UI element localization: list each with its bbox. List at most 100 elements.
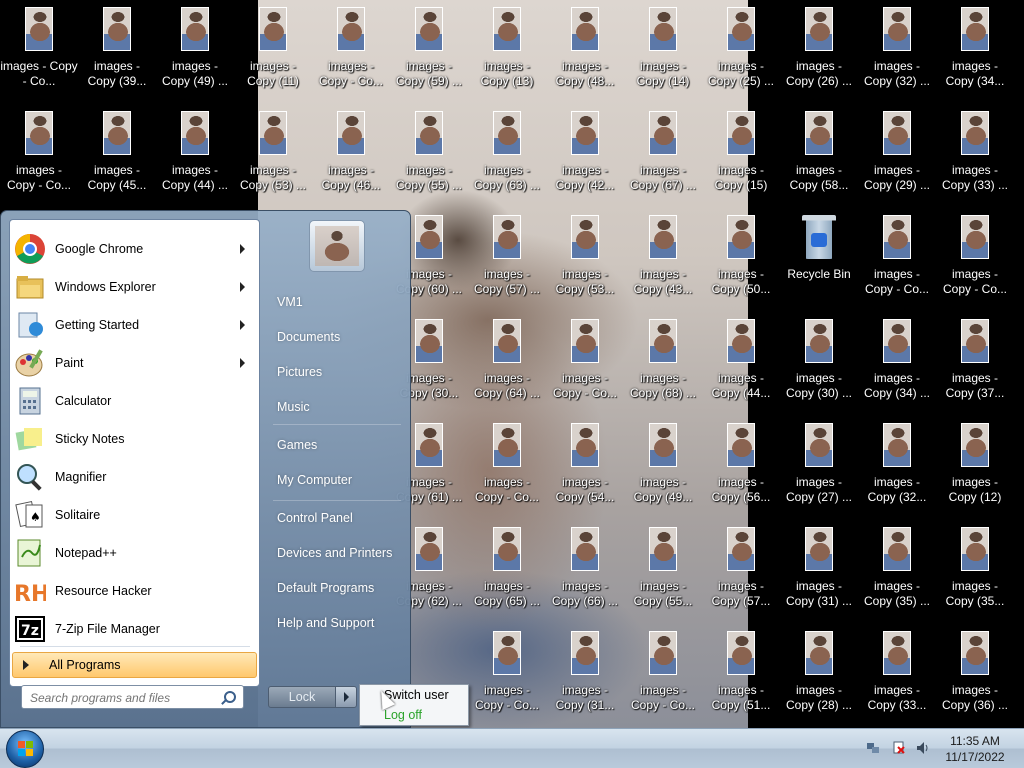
recycle-bin-icon[interactable]: Recycle Bin [780, 208, 858, 308]
action-center-icon[interactable] [892, 741, 906, 755]
desktop-icon-image[interactable]: images - Copy (37... [936, 312, 1014, 412]
desktop-icon-image[interactable]: images - Copy (33... [858, 624, 936, 724]
network-icon[interactable] [866, 741, 880, 755]
desktop-icon-image[interactable]: images - Copy (36) ... [936, 624, 1014, 724]
help-support-link[interactable]: Help and Support [269, 608, 405, 638]
program-item[interactable]: Paint [12, 344, 257, 382]
desktop-icon-image[interactable]: images - Copy (66) ... [546, 520, 624, 620]
search-icon[interactable] [224, 691, 236, 703]
desktop-icon-image[interactable]: images - Copy (35) ... [858, 520, 936, 620]
start-button[interactable] [6, 730, 44, 768]
devices-printers-link[interactable]: Devices and Printers [269, 538, 405, 568]
desktop-icon-image[interactable]: images - Copy (57... [702, 520, 780, 620]
desktop-icon-image[interactable]: images - Copy (35... [936, 520, 1014, 620]
desktop-icon-image[interactable]: images - Copy (45... [78, 104, 156, 204]
desktop-icon-image[interactable]: images - Copy (30) ... [780, 312, 858, 412]
program-item[interactable]: Sticky Notes [12, 420, 257, 458]
desktop-icon-image[interactable]: images - Copy (50... [702, 208, 780, 308]
desktop-icon-image[interactable]: images - Copy - Co... [858, 208, 936, 308]
desktop-icon-image[interactable]: images - Copy (55) ... [390, 104, 468, 204]
desktop-icon-image[interactable]: images - Copy (65) ... [468, 520, 546, 620]
lock-button[interactable]: Lock [268, 686, 336, 708]
desktop-icon-image[interactable]: images - Copy (55... [624, 520, 702, 620]
program-item[interactable]: Getting Started [12, 306, 257, 344]
desktop-icon-image[interactable]: images - Copy (14) [624, 0, 702, 100]
submenu-arrow-icon[interactable] [240, 282, 245, 292]
program-item[interactable]: Windows Explorer [12, 268, 257, 306]
music-link[interactable]: Music [269, 392, 405, 422]
desktop-icon-image[interactable]: images - Copy (42... [546, 104, 624, 204]
volume-icon[interactable] [916, 741, 930, 755]
desktop-icon-image[interactable]: images - Copy (31... [546, 624, 624, 724]
user-folder-link[interactable]: VM1 [269, 287, 405, 317]
default-programs-link[interactable]: Default Programs [269, 573, 405, 603]
desktop-icon-image[interactable]: images - Copy (28) ... [780, 624, 858, 724]
desktop-icon-image[interactable]: images - Copy - Co... [624, 624, 702, 724]
desktop-icon-image[interactable]: images - Copy - Co... [546, 312, 624, 412]
desktop-icon-image[interactable]: images - Copy - Co... [936, 208, 1014, 308]
user-picture[interactable] [309, 220, 365, 272]
desktop-icon-image[interactable]: images - Copy (27) ... [780, 416, 858, 516]
desktop-icon-image[interactable]: images - Copy (13) [468, 0, 546, 100]
desktop-icon-image[interactable]: images - Copy (57) ... [468, 208, 546, 308]
desktop-icon-image[interactable]: images - Copy (48... [546, 0, 624, 100]
desktop-icon-image[interactable]: images - Copy - Co... [468, 624, 546, 724]
submenu-arrow-icon[interactable] [240, 358, 245, 368]
desktop-icon-image[interactable]: images - Copy - Co... [0, 104, 78, 204]
pictures-link[interactable]: Pictures [269, 357, 405, 387]
games-link[interactable]: Games [269, 430, 405, 460]
program-item[interactable]: Calculator [12, 382, 257, 420]
desktop-icon-image[interactable]: images - Copy (49... [624, 416, 702, 516]
power-options-arrow-button[interactable] [335, 686, 357, 708]
desktop-icon-image[interactable]: images - Copy (51... [702, 624, 780, 724]
submenu-arrow-icon[interactable] [240, 320, 245, 330]
desktop-icon-image[interactable]: images - Copy (12) [936, 416, 1014, 516]
desktop-icon-image[interactable]: images - Copy - Co... [0, 0, 78, 100]
clock-date[interactable]: 11/17/2022 [940, 750, 1010, 764]
desktop-icon-image[interactable]: images - Copy (49) ... [156, 0, 234, 100]
desktop-icon-image[interactable]: images - Copy (53... [546, 208, 624, 308]
desktop-icon-image[interactable]: images - Copy (43... [624, 208, 702, 308]
desktop-icon-image[interactable]: images - Copy - Co... [468, 416, 546, 516]
desktop-icon-image[interactable]: images - Copy (46... [312, 104, 390, 204]
desktop-icon-image[interactable]: images - Copy (54... [546, 416, 624, 516]
program-item[interactable]: ♠ Solitaire [12, 496, 257, 534]
program-item[interactable]: 7z 7-Zip File Manager [12, 610, 257, 648]
desktop-icon-image[interactable]: images - Copy (58... [780, 104, 858, 204]
log-off-menu-item[interactable]: Log off [362, 706, 466, 725]
desktop-icon-image[interactable]: images - Copy (68) ... [624, 312, 702, 412]
desktop-icon-image[interactable]: images - Copy (32) ... [858, 0, 936, 100]
desktop-icon-image[interactable]: images - Copy (56... [702, 416, 780, 516]
desktop-icon-image[interactable]: images - Copy (44) ... [156, 104, 234, 204]
desktop-icon-image[interactable]: images - Copy (33) ... [936, 104, 1014, 204]
desktop-icon-image[interactable]: images - Copy (67) ... [624, 104, 702, 204]
desktop-icon-image[interactable]: images - Copy (15) [702, 104, 780, 204]
desktop-icon-image[interactable]: images - Copy (53) ... [234, 104, 312, 204]
program-item[interactable]: RH Resource Hacker [12, 572, 257, 610]
desktop-icon-image[interactable]: images - Copy (44... [702, 312, 780, 412]
desktop-icon-image[interactable]: images - Copy (34) ... [858, 312, 936, 412]
desktop-icon-image[interactable]: images - Copy (59) ... [390, 0, 468, 100]
start-search-box[interactable] [21, 685, 244, 709]
program-item[interactable]: Google Chrome [12, 230, 257, 268]
desktop-icon-image[interactable]: images - Copy (26) ... [780, 0, 858, 100]
program-item[interactable]: Magnifier [12, 458, 257, 496]
desktop-icon-image[interactable]: images - Copy (29) ... [858, 104, 936, 204]
desktop-icon-image[interactable]: images - Copy - Co... [312, 0, 390, 100]
desktop-icon-image[interactable]: images - Copy (31) ... [780, 520, 858, 620]
desktop-icon-image[interactable]: images - Copy (11) [234, 0, 312, 100]
clock-time[interactable]: 11:35 AM [940, 734, 1010, 748]
desktop-icon-image[interactable]: images - Copy (63) ... [468, 104, 546, 204]
search-input[interactable] [28, 687, 222, 709]
control-panel-link[interactable]: Control Panel [269, 503, 405, 533]
documents-link[interactable]: Documents [269, 322, 405, 352]
desktop-icon-image[interactable]: images - Copy (32... [858, 416, 936, 516]
program-item[interactable]: Notepad++ [12, 534, 257, 572]
all-programs-button[interactable]: All Programs [12, 652, 257, 678]
desktop-icon-image[interactable]: images - Copy (25) ... [702, 0, 780, 100]
desktop-icon-image[interactable]: images - Copy (34... [936, 0, 1014, 100]
desktop-icon-image[interactable]: images - Copy (39... [78, 0, 156, 100]
desktop-icon-image[interactable]: images - Copy (64) ... [468, 312, 546, 412]
my-computer-link[interactable]: My Computer [269, 465, 405, 495]
submenu-arrow-icon[interactable] [240, 244, 245, 254]
